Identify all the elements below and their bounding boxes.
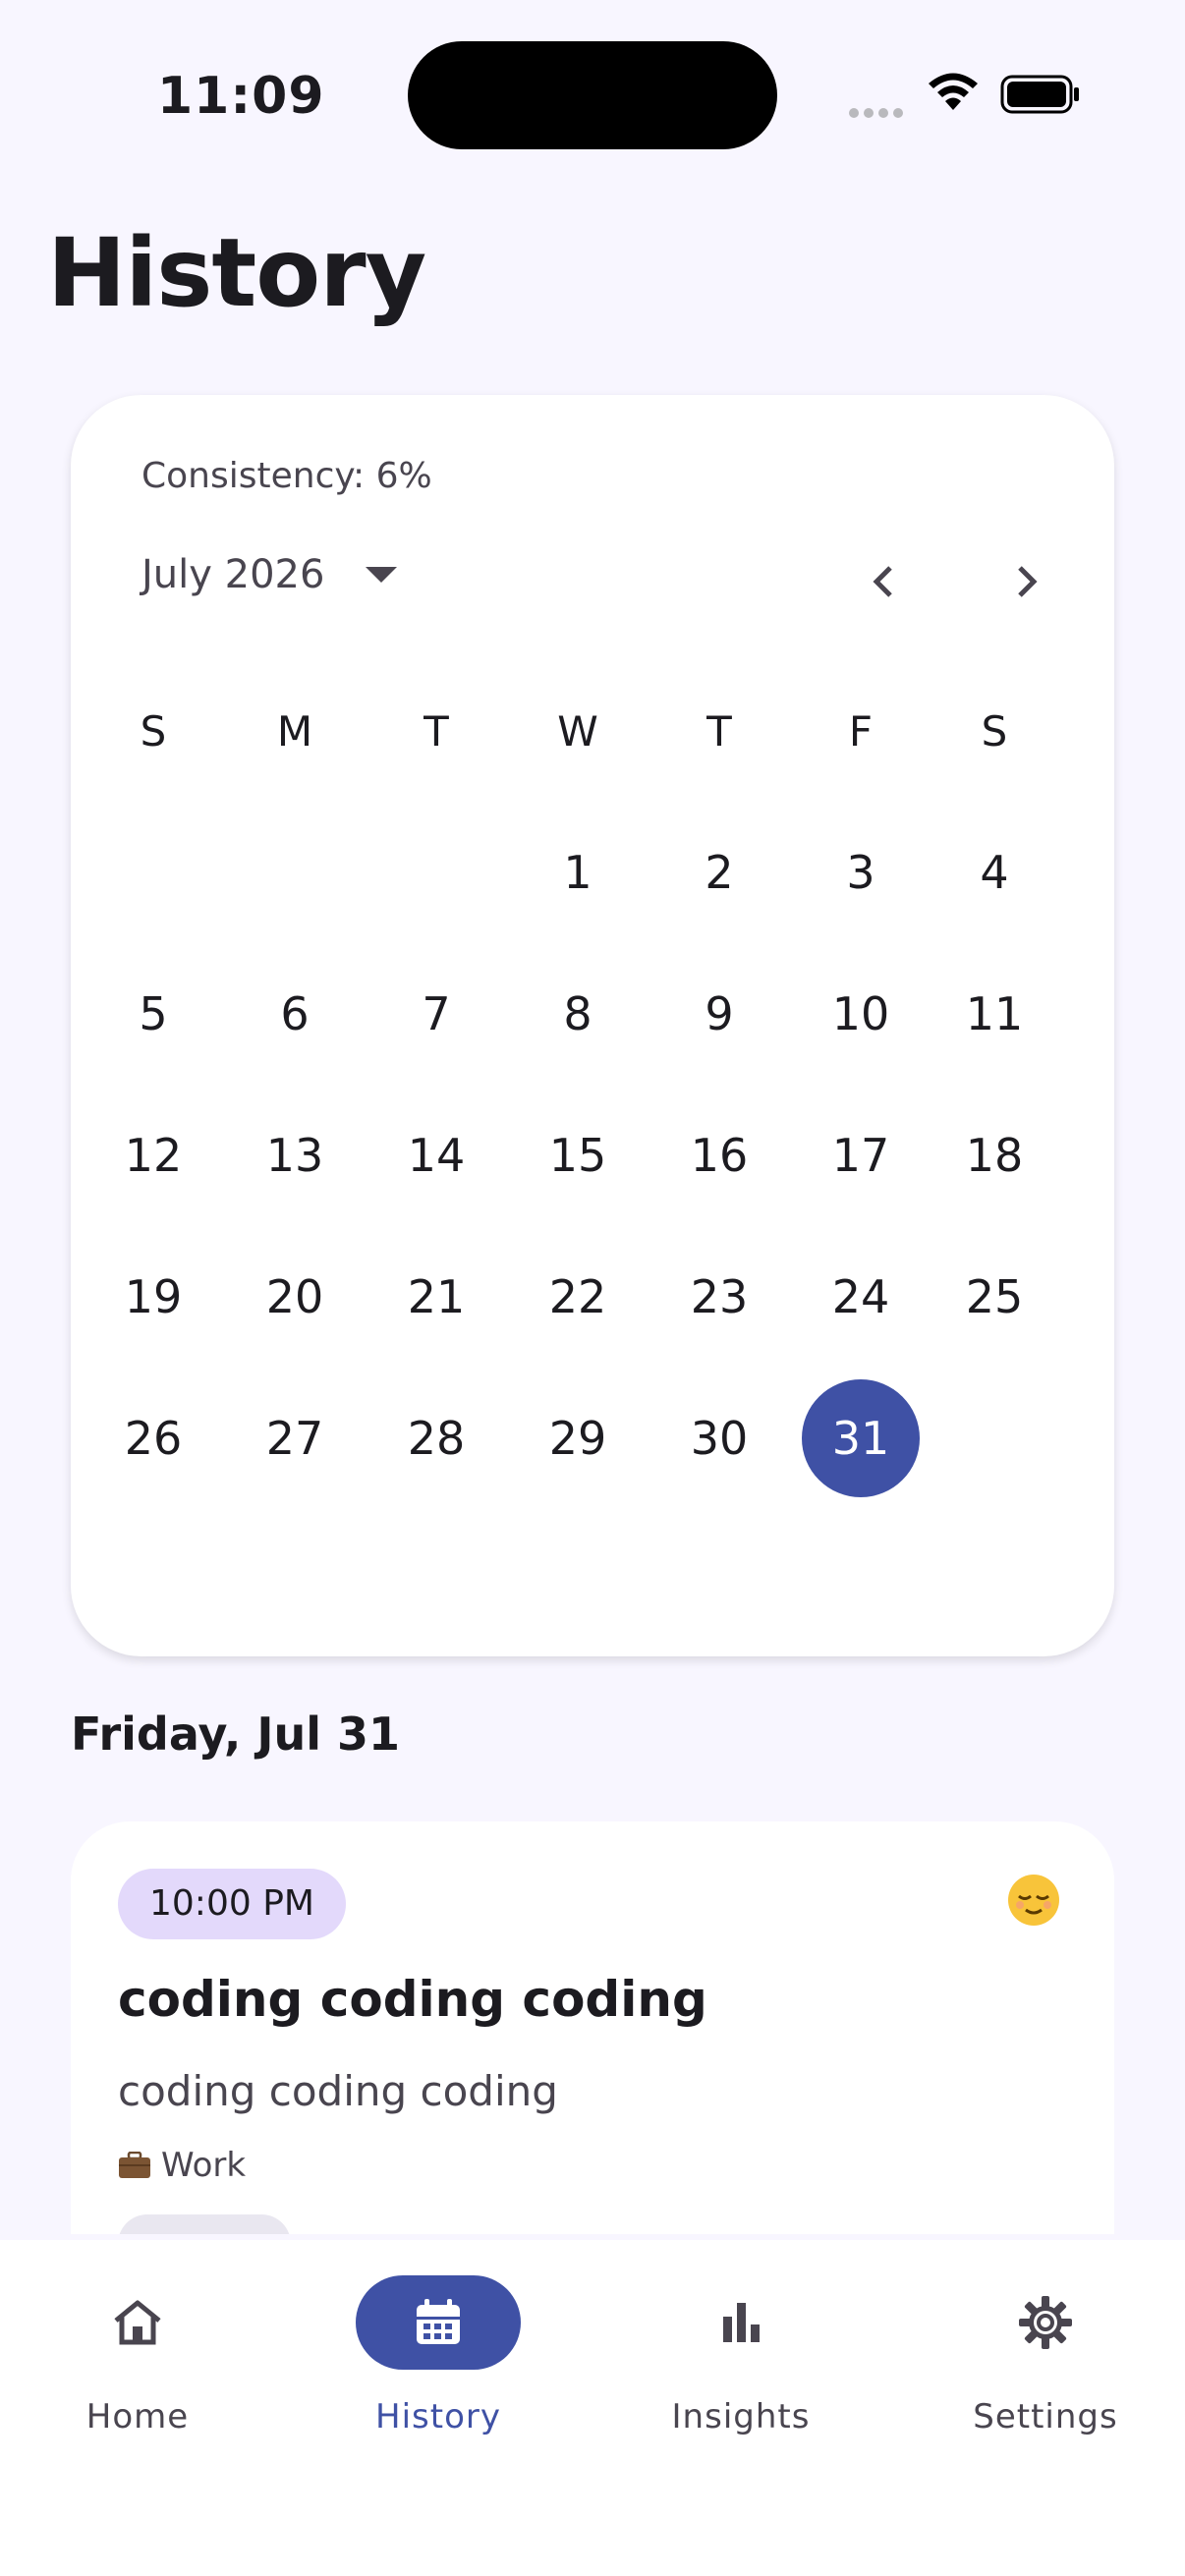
calendar-day-grid: 1 2 3 4 5 6 7 8 9 10 11 12 13 14 15 16 17 18 19 20 21 22 23 24 2… — [94, 813, 1091, 1531]
weekday-header: S M T W T F S — [94, 707, 1091, 766]
status-time: 11:09 — [157, 67, 325, 126]
nav-history[interactable]: History — [320, 2275, 556, 2452]
calendar-day[interactable]: 20 — [236, 1238, 354, 1356]
calendar-day[interactable]: 7 — [377, 955, 495, 1073]
dropdown-arrow-icon — [366, 567, 398, 583]
nav-history-label: History — [375, 2397, 501, 2436]
selected-date-heading: Friday, Jul 31 — [71, 1708, 401, 1761]
nav-settings-icon-container — [963, 2275, 1128, 2370]
calendar-day[interactable]: 13 — [236, 1096, 354, 1214]
nav-home-icon-container — [55, 2275, 220, 2370]
weekday-wed: W — [557, 707, 598, 756]
status-bar: 11:09 — [0, 0, 1185, 187]
calendar-day[interactable]: 2 — [660, 813, 778, 931]
calendar-day[interactable]: 19 — [94, 1238, 212, 1356]
month-label: July 2026 — [141, 552, 325, 597]
next-month-button[interactable] — [977, 532, 1075, 631]
signal-icon — [849, 103, 908, 118]
calendar-day[interactable]: 18 — [935, 1096, 1053, 1214]
calendar-icon — [417, 2299, 460, 2344]
calendar-day[interactable]: 21 — [377, 1238, 495, 1356]
calendar-day[interactable]: 17 — [802, 1096, 920, 1214]
entry-card[interactable]: 10:00 PM coding coding coding coding cod… — [71, 1821, 1114, 2234]
nav-home[interactable]: Home — [20, 2275, 255, 2452]
calendar-day[interactable]: 29 — [519, 1379, 637, 1497]
calendar-day[interactable]: 16 — [660, 1096, 778, 1214]
calendar-day[interactable]: 5 — [94, 955, 212, 1073]
calendar-day[interactable]: 15 — [519, 1096, 637, 1214]
calendar-day[interactable]: 9 — [660, 955, 778, 1073]
calendar-day[interactable]: 6 — [236, 955, 354, 1073]
calendar-day[interactable]: 23 — [660, 1238, 778, 1356]
previous-month-button[interactable] — [835, 532, 933, 631]
calendar-day[interactable]: 12 — [94, 1096, 212, 1214]
nav-settings[interactable]: Settings — [928, 2275, 1163, 2452]
chevron-left-icon — [873, 566, 892, 597]
calendar-day[interactable]: 22 — [519, 1238, 637, 1356]
calendar-card: Consistency: 6% July 2026 S M T W T F S … — [71, 395, 1114, 1656]
entry-tag-chip — [118, 2214, 291, 2234]
weekday-thu: T — [706, 707, 732, 756]
nav-insights-label: Insights — [671, 2397, 811, 2436]
nav-settings-label: Settings — [973, 2397, 1118, 2436]
calendar-day[interactable]: 28 — [377, 1379, 495, 1497]
weekday-tue: T — [423, 707, 449, 756]
entry-title: coding coding coding — [118, 1971, 707, 2028]
page-title: History — [47, 218, 426, 328]
entry-body: coding coding coding — [118, 2067, 558, 2115]
home-icon — [114, 2300, 161, 2345]
bar-chart-icon — [723, 2303, 760, 2342]
calendar-day[interactable]: 26 — [94, 1379, 212, 1497]
calendar-day[interactable]: 14 — [377, 1096, 495, 1214]
weekday-mon: M — [276, 707, 313, 756]
calendar-day[interactable]: 3 — [802, 813, 920, 931]
calendar-day[interactable]: 24 — [802, 1238, 920, 1356]
entry-time-chip: 10:00 PM — [118, 1869, 346, 1939]
weekday-sun: S — [140, 707, 167, 756]
calendar-day[interactable]: 4 — [935, 813, 1053, 931]
calendar-day[interactable]: 11 — [935, 955, 1053, 1073]
weekday-fri: F — [848, 707, 874, 756]
chevron-right-icon — [1018, 566, 1038, 597]
dynamic-island — [408, 41, 777, 149]
calendar-day[interactable]: 25 — [935, 1238, 1053, 1356]
calendar-day[interactable]: 10 — [802, 955, 920, 1073]
briefcase-icon — [119, 2152, 150, 2178]
nav-insights[interactable]: Insights — [623, 2275, 859, 2452]
relieved-face-emoji-icon — [1008, 1875, 1059, 1926]
nav-home-label: Home — [85, 2397, 190, 2436]
nav-insights-icon-container — [658, 2275, 823, 2370]
calendar-day[interactable]: 8 — [519, 955, 637, 1073]
calendar-day[interactable]: 1 — [519, 813, 637, 931]
month-selector[interactable]: July 2026 — [141, 552, 398, 597]
weekday-sat: S — [981, 707, 1008, 756]
wifi-icon — [929, 73, 978, 110]
battery-icon — [1000, 75, 1079, 114]
entry-category-label: Work — [161, 2146, 247, 2185]
calendar-day-selected[interactable]: 31 — [802, 1379, 920, 1497]
consistency-label: Consistency: 6% — [141, 456, 432, 496]
entry-category: Work — [118, 2146, 246, 2185]
nav-history-icon-container — [356, 2275, 521, 2370]
gear-icon — [1019, 2296, 1072, 2349]
bottom-navigation: Home History Insights Settings — [0, 2240, 1185, 2576]
calendar-day[interactable]: 30 — [660, 1379, 778, 1497]
calendar-day[interactable]: 27 — [236, 1379, 354, 1497]
